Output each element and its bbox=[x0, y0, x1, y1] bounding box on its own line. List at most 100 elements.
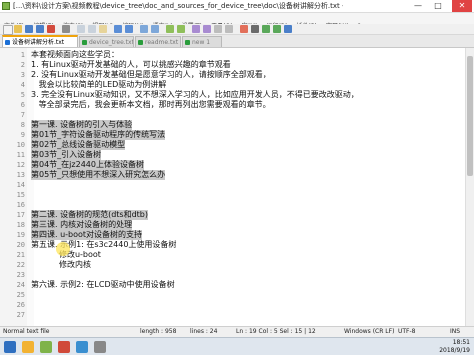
line-number: 7 bbox=[20, 111, 25, 119]
sync-scroll-icon[interactable] bbox=[192, 25, 200, 33]
editor-line[interactable]: 23 bbox=[0, 270, 474, 280]
editor-line[interactable]: 11 第03节_引入设备树 bbox=[0, 150, 474, 160]
taskbar-clock[interactable]: 18:51 2018/9/19 bbox=[424, 339, 470, 355]
line-number: 4 bbox=[20, 81, 25, 89]
notepad-plus-plus-window: [...\资料\设计方案\视频教程\device_tree\doc_and_so… bbox=[0, 0, 474, 355]
editor-line[interactable]: 20 第五课. 示例1: 在s3c2440上使用设备树 bbox=[0, 240, 474, 250]
editor-line[interactable]: 8 第一课. 设备树的引入与体验 bbox=[0, 120, 474, 130]
window-title: [...\资料\设计方案\视频教程\device_tree\doc_and_so… bbox=[13, 2, 343, 10]
editor-line[interactable]: 12 第04节_在jz2440上体验设备树 bbox=[0, 160, 474, 170]
editor-line[interactable]: 16 bbox=[0, 200, 474, 210]
new-file-icon[interactable] bbox=[3, 25, 13, 35]
status-eol[interactable]: Windows (CR LF) bbox=[344, 327, 394, 337]
line-number: 20 bbox=[16, 241, 25, 249]
notepad-plus-plus-icon bbox=[2, 2, 10, 10]
play-macro-icon[interactable] bbox=[262, 25, 270, 33]
line-text: 第05节_只想使用不想深入研究怎么办 bbox=[31, 170, 166, 180]
file-saved-icon bbox=[138, 40, 143, 45]
terminal-taskbar-icon[interactable] bbox=[94, 341, 106, 353]
editor-line[interactable]: 19 第四课. u-boot对设备树的支持 bbox=[0, 230, 474, 240]
start-button-icon[interactable] bbox=[4, 341, 16, 353]
vertical-scrollbar[interactable] bbox=[465, 48, 474, 326]
editor-line[interactable]: 26 bbox=[0, 300, 474, 310]
editor-line[interactable]: 27 bbox=[0, 310, 474, 320]
line-number: 25 bbox=[16, 291, 25, 299]
editor-line[interactable]: 5 3. 完全没有Linux驱动知识，又不想深入学习的人，比如应用开发人员，不得已… bbox=[0, 90, 474, 100]
editor-line[interactable]: 17 第二课. 设备树的规范(dts和dtb) bbox=[0, 210, 474, 220]
line-number: 5 bbox=[20, 91, 25, 99]
app-taskbar-icon[interactable] bbox=[58, 341, 70, 353]
line-text: 第04节_在jz2440上体验设备树 bbox=[31, 160, 144, 170]
clock-time: 18:51 bbox=[452, 339, 470, 346]
stop-macro-icon[interactable] bbox=[251, 25, 259, 33]
line-text: 3. 完全没有Linux驱动知识，又不想深入学习的人，比如应用开发人员，不得已要… bbox=[31, 90, 359, 99]
editor-line[interactable]: 10 第02节_总线设备驱动模型 bbox=[0, 140, 474, 150]
find-icon[interactable] bbox=[140, 25, 148, 33]
line-number: 17 bbox=[16, 211, 25, 219]
tab-readme[interactable]: readme.txt bbox=[135, 36, 181, 47]
notepad-plus-plus-taskbar-icon[interactable] bbox=[40, 341, 52, 353]
minimize-button[interactable]: — bbox=[410, 0, 426, 12]
tab-bar: 设备树讲解分析.txt device_tree.txt readme.txt n… bbox=[0, 35, 474, 48]
scrollbar-thumb[interactable] bbox=[467, 56, 473, 176]
maximize-button[interactable]: □ bbox=[430, 0, 446, 12]
editor-line[interactable]: 6 等全部录完后，我会更新本文档，那时再列出您需要观看的章节。 bbox=[0, 100, 474, 110]
zoom-out-icon[interactable] bbox=[177, 25, 185, 33]
line-text: 修改内核 bbox=[31, 260, 91, 269]
cut-icon[interactable] bbox=[77, 25, 85, 33]
run-macro-multiple-icon[interactable] bbox=[273, 25, 281, 33]
save-macro-icon[interactable] bbox=[284, 25, 292, 33]
line-text: 第五课. 示例1: 在s3c2440上使用设备树 bbox=[31, 240, 177, 249]
undo-icon[interactable] bbox=[114, 25, 122, 33]
file-explorer-icon[interactable] bbox=[22, 341, 34, 353]
close-file-icon[interactable] bbox=[47, 25, 55, 33]
zoom-in-icon[interactable] bbox=[166, 25, 174, 33]
editor-line[interactable]: 4 我会以比较简单的LED驱动为例讲解 bbox=[0, 80, 474, 90]
line-number: 27 bbox=[16, 311, 25, 319]
replace-icon[interactable] bbox=[151, 25, 159, 33]
editor-line[interactable]: 13 第05节_只想使用不想深入研究怎么办 bbox=[0, 170, 474, 180]
line-text: 第一课. 设备树的引入与体验 bbox=[31, 120, 133, 130]
word-wrap-icon[interactable] bbox=[203, 25, 211, 33]
line-number: 15 bbox=[16, 191, 25, 199]
paste-icon[interactable] bbox=[99, 25, 107, 33]
line-number: 6 bbox=[20, 101, 25, 109]
tab-label: readme.txt bbox=[145, 39, 179, 46]
status-encoding[interactable]: UTF-8 bbox=[398, 327, 416, 337]
editor-line[interactable]: 22 修改内核 bbox=[0, 260, 474, 270]
editor-line[interactable]: 3 2. 没有Linux驱动开发基础但是愿意学习的人，请按顺序全部观看， bbox=[0, 70, 474, 80]
text-editor[interactable]: 1 本套视频面向这些学员： 2 1. 有Linux驱动开发基础的人，可以挑感兴趣的章节… bbox=[0, 48, 474, 326]
line-text: 1. 有Linux驱动开发基础的人，可以挑感兴趣的章节观看 bbox=[31, 60, 231, 69]
editor-line[interactable]: 14 bbox=[0, 180, 474, 190]
editor-line[interactable]: 1 本套视频面向这些学员： bbox=[0, 50, 474, 60]
line-text: 2. 没有Linux驱动开发基础但是愿意学习的人，请按顺序全部观看， bbox=[31, 70, 271, 79]
editor-line[interactable]: 24 第六课. 示例2: 在LCD驱动中使用设备树 bbox=[0, 280, 474, 290]
tab-device-tree-analysis[interactable]: 设备树讲解分析.txt bbox=[2, 35, 78, 47]
close-button[interactable]: ✕ bbox=[452, 0, 472, 12]
line-number: 11 bbox=[16, 151, 25, 159]
save-all-icon[interactable] bbox=[36, 25, 44, 33]
editor-line[interactable]: 25 bbox=[0, 290, 474, 300]
line-number: 3 bbox=[20, 71, 25, 79]
print-icon[interactable] bbox=[62, 25, 70, 33]
show-all-chars-icon[interactable] bbox=[214, 25, 222, 33]
tab-new-1[interactable]: new 1 bbox=[182, 36, 222, 47]
line-text: 第四课. u-boot对设备树的支持 bbox=[31, 230, 143, 240]
clock-date: 2018/9/19 bbox=[439, 347, 470, 354]
tab-device-tree-txt[interactable]: device_tree.txt bbox=[79, 36, 134, 47]
editor-line[interactable]: 9 第01节_字符设备驱动程序的传统写法 bbox=[0, 130, 474, 140]
editor-line[interactable]: 15 bbox=[0, 190, 474, 200]
browser-taskbar-icon[interactable] bbox=[76, 341, 88, 353]
open-folder-icon[interactable] bbox=[14, 25, 22, 33]
editor-line[interactable]: 2 1. 有Linux驱动开发基础的人，可以挑感兴趣的章节观看 bbox=[0, 60, 474, 70]
redo-icon[interactable] bbox=[125, 25, 133, 33]
editor-line[interactable]: 7 bbox=[0, 110, 474, 120]
save-icon[interactable] bbox=[25, 25, 33, 33]
line-number: 1 bbox=[20, 51, 25, 59]
record-macro-icon[interactable] bbox=[240, 25, 248, 33]
copy-icon[interactable] bbox=[88, 25, 96, 33]
editor-line[interactable]: 18 第三课. 内核对设备树的处理 bbox=[0, 220, 474, 230]
editor-line[interactable]: 21 修改u-boot bbox=[0, 250, 474, 260]
line-text: 第02节_总线设备驱动模型 bbox=[31, 140, 126, 150]
indent-guide-icon[interactable] bbox=[225, 25, 233, 33]
